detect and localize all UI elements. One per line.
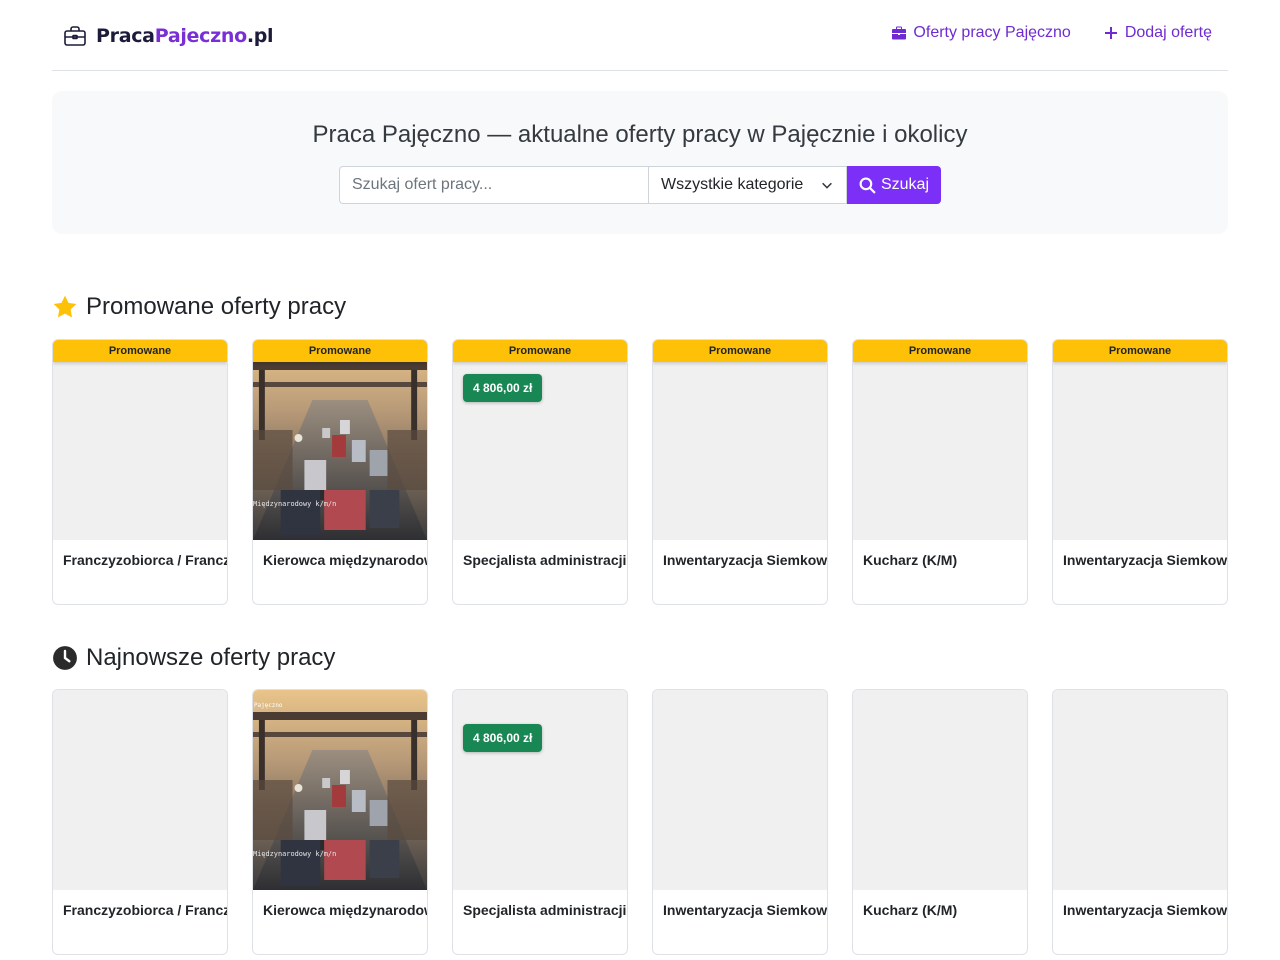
job-card-image	[653, 690, 827, 890]
briefcase-icon	[892, 26, 907, 40]
clock-icon	[53, 646, 77, 670]
job-card[interactable]: Międzynarodowy k/m/n Promowane Kierowca …	[252, 339, 428, 605]
job-card-title: Kierowca międzynarodowy K/M/N	[263, 902, 427, 918]
category-select[interactable]: Wszystkie kategorie	[648, 166, 847, 204]
job-card[interactable]: Promowane 4 806,00 zł Specjalista admini…	[452, 339, 628, 605]
job-card[interactable]: Promowane Inwentaryzacja Siemkowice	[652, 339, 828, 605]
job-card[interactable]: Promowane Kucharz (K/M)	[852, 339, 1028, 605]
job-card[interactable]: Pajęczno Międzynarodowy k/m/n Kierowca m…	[252, 689, 428, 955]
job-card-image	[653, 340, 827, 540]
job-card-title: Kucharz (K/M)	[863, 902, 958, 918]
job-card[interactable]: Promowane Franczyzobiorca / Franczyzobio…	[52, 339, 228, 605]
job-card-title: Inwentaryzacja Siemkowice	[663, 902, 828, 918]
search-icon	[859, 177, 876, 194]
job-card-title: Kucharz (K/M)	[863, 552, 958, 568]
job-card-title: Inwentaryzacja Siemkowice	[1063, 552, 1228, 568]
page-title: Praca Pajęczno — aktualne oferty pracy w…	[312, 121, 968, 148]
trucks-highway-image: Pajęczno Międzynarodowy k/m/n	[253, 690, 427, 890]
salary-badge: 4 806,00 zł	[463, 724, 543, 752]
search-button-label: Szukaj	[880, 176, 930, 193]
hero-section: Praca Pajęczno — aktualne oferty pracy w…	[52, 91, 1228, 234]
job-card-image	[853, 690, 1027, 890]
category-select-value: Wszystkie kategorie	[661, 176, 804, 193]
latest-section-title: Najnowsze oferty pracy	[52, 644, 335, 672]
job-card[interactable]: Inwentaryzacja Siemkowice	[652, 689, 828, 955]
promoted-badge: Promowane	[253, 340, 427, 362]
job-card[interactable]: 4 806,00 zł Specjalista administracji	[452, 689, 628, 955]
promoted-badge: Promowane	[53, 340, 227, 362]
image-caption: Międzynarodowy k/m/n	[253, 850, 336, 858]
site-logo[interactable]: PracaPajeczno.pl	[63, 22, 274, 50]
promoted-badge: Promowane	[453, 340, 627, 362]
job-card[interactable]: Kucharz (K/M)	[852, 689, 1028, 955]
nav-add-offer-label: Dodaj ofertę	[1124, 24, 1212, 41]
job-card[interactable]: Inwentaryzacja Siemkowice	[1052, 689, 1228, 955]
salary-badge: 4 806,00 zł	[463, 374, 543, 402]
nav-job-offers-label: Oferty pracy Pajęczno	[913, 24, 1071, 41]
logo-text: PracaPajeczno.pl	[96, 25, 274, 47]
latest-offers-list: Franczyzobiorca / Franczyzobiorczyni	[52, 689, 1228, 955]
job-card-image: Międzynarodowy k/m/n	[253, 340, 427, 540]
job-card-title: Franczyzobiorca / Franczyzobiorczyni	[63, 552, 227, 568]
star-icon	[53, 295, 77, 318]
promoted-badge: Promowane	[853, 340, 1027, 362]
promoted-title-text: Promowane oferty pracy	[86, 293, 347, 320]
search-form: Wszystkie kategorie Szukaj	[339, 166, 941, 204]
job-card-title: Specjalista administracji	[463, 902, 627, 918]
chevron-down-icon	[822, 182, 832, 189]
job-card[interactable]: Promowane Inwentaryzacja Siemkowice	[1052, 339, 1228, 605]
latest-title-text: Najnowsze oferty pracy	[86, 644, 336, 671]
job-card-title: Inwentaryzacja Siemkowice	[663, 552, 828, 568]
job-card-title: Inwentaryzacja Siemkowice	[1063, 902, 1228, 918]
job-card-image	[453, 340, 627, 540]
promoted-badge: Promowane	[1053, 340, 1227, 362]
search-button[interactable]: Szukaj	[847, 166, 941, 204]
briefcase-logo-icon	[64, 26, 86, 46]
site-header: PracaPajeczno.pl Oferty pracy Pajęczno D…	[52, 0, 1228, 71]
job-card-image	[1053, 340, 1227, 540]
job-card-title: Specjalista administracji	[463, 552, 627, 568]
job-card-image	[853, 340, 1027, 540]
job-card-image: Pajęczno Międzynarodowy k/m/n	[253, 690, 427, 890]
job-card-title: Kierowca międzynarodowy K/M/N	[263, 552, 427, 568]
promoted-badge: Promowane	[653, 340, 827, 362]
job-card-image	[1053, 690, 1227, 890]
image-caption: Międzynarodowy k/m/n	[253, 500, 336, 508]
job-card[interactable]: Franczyzobiorca / Franczyzobiorczyni	[52, 689, 228, 955]
job-card-title: Franczyzobiorca / Franczyzobiorczyni	[63, 902, 227, 918]
promoted-offers-list: Promowane Franczyzobiorca / Franczyzobio…	[52, 339, 1228, 605]
job-card-image	[53, 690, 227, 890]
trucks-highway-image: Międzynarodowy k/m/n	[253, 340, 427, 540]
search-input[interactable]	[339, 166, 648, 204]
plus-icon	[1104, 27, 1117, 39]
nav-add-offer[interactable]: Dodaj ofertę	[1103, 24, 1212, 42]
nav-job-offers[interactable]: Oferty pracy Pajęczno	[891, 24, 1071, 42]
job-card-image	[453, 690, 627, 890]
image-corner-text: Pajęczno	[254, 702, 283, 709]
job-card-image	[53, 340, 227, 540]
promoted-section-title: Promowane oferty pracy	[52, 293, 346, 321]
main-nav: Oferty pracy Pajęczno Dodaj ofertę	[891, 24, 1212, 42]
